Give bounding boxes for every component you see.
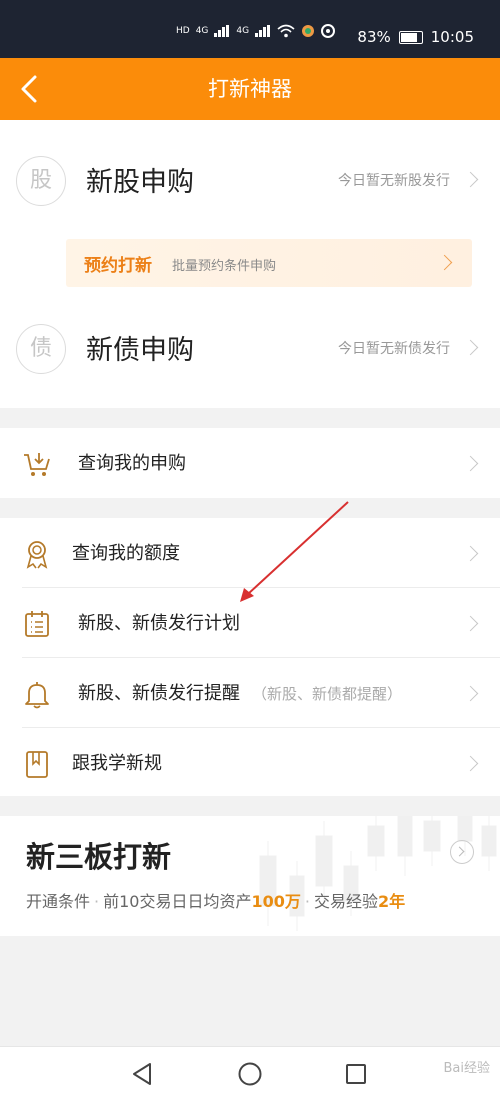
system-nav-bar: Bai经验: [0, 1046, 500, 1101]
chevron-right-icon: [462, 171, 479, 188]
issue-plan-row[interactable]: 新股、新债发行计划: [0, 588, 500, 658]
neeq-ipo-card[interactable]: 新三板打新 开通条件 · 前10交易日日均资产100万 · 交易经验2年: [0, 816, 500, 936]
stock-badge-icon: 股: [16, 156, 66, 206]
subscription-card: 查询我的申购: [0, 428, 500, 498]
status-right: 83% 10:05: [357, 28, 474, 46]
issue-reminder-extra: （新股、新债都提醒）: [252, 685, 403, 703]
issue-reminder-label: 新股、新债发行提醒 （新股、新债都提醒）: [78, 679, 402, 705]
reserve-label: 预约打新: [84, 256, 152, 276]
new-stock-subscribe-row[interactable]: 股 新股申购 今日暂无新股发行: [0, 130, 500, 230]
nav-home-icon[interactable]: [237, 1061, 263, 1087]
issue-reminder-text: 新股、新债发行提醒: [78, 683, 240, 704]
learn-rules-label: 跟我学新规: [72, 753, 162, 774]
conditions-label: 开通条件: [26, 892, 91, 911]
nav-back-icon[interactable]: [130, 1061, 154, 1087]
chevron-right-icon: [462, 455, 479, 472]
app-icon: [302, 25, 315, 37]
neeq-conditions: 开通条件 · 前10交易日日均资产100万 · 交易经验2年: [26, 888, 405, 912]
condition-experience-text: 交易经验: [313, 892, 378, 911]
signal-icon: [214, 25, 230, 37]
learn-rules-row[interactable]: 跟我学新规: [0, 728, 500, 798]
reserve-sub: 批量预约条件申购: [172, 259, 277, 274]
book-icon: [26, 751, 48, 778]
title-bar: 打新神器: [0, 58, 500, 120]
nav-recents-icon[interactable]: [344, 1061, 368, 1087]
neeq-title: 新三板打新: [26, 840, 172, 874]
status-icons: HD 4G 4G: [176, 24, 336, 38]
cart-icon: [24, 453, 50, 476]
query-my-quota-row[interactable]: 查询我的额度: [0, 518, 500, 588]
separator-dot: ·: [304, 892, 310, 911]
wifi-icon: [277, 24, 295, 38]
status-bar: HD 4G 4G 83% 10:05: [0, 0, 500, 58]
watermark-logo: Bai经验: [443, 1061, 491, 1076]
reserve-ipo-banner[interactable]: 预约打新 批量预约条件申购: [66, 239, 472, 287]
new-stock-hint: 今日暂无新股发行: [338, 173, 450, 189]
new-bond-hint: 今日暂无新债发行: [338, 341, 450, 357]
new-bond-title: 新债申购: [86, 335, 194, 366]
ipo-card: 股 新股申购 今日暂无新股发行 预约打新 批量预约条件申购 债 新债申购 今日暂…: [0, 120, 500, 408]
condition-assets-text: 前10交易日日均资产: [103, 892, 252, 911]
issue-reminder-row[interactable]: 新股、新债发行提醒 （新股、新债都提醒）: [0, 658, 500, 728]
clock: 10:05: [430, 28, 474, 46]
network-type-1: 4G: [195, 26, 209, 36]
chevron-right-icon: [462, 615, 479, 632]
signal-icon: [255, 25, 271, 37]
chevron-right-icon: [462, 755, 479, 772]
new-bond-subscribe-row[interactable]: 债 新债申购 今日暂无新债发行: [0, 298, 500, 398]
award-icon: [26, 541, 48, 569]
candlestick-background: [259, 816, 497, 931]
query-my-subscriptions-row[interactable]: 查询我的申购: [0, 428, 500, 498]
separator-dot: ·: [94, 892, 100, 911]
calendar-list-icon: [25, 611, 49, 637]
battery-percent: 83%: [357, 28, 391, 46]
chevron-right-icon: [462, 339, 479, 356]
chevron-right-icon: [462, 545, 479, 562]
app-icon: [321, 24, 336, 38]
hd-icon: HD: [176, 26, 190, 36]
network-type-2: 4G: [236, 26, 250, 36]
query-my-quota-label: 查询我的额度: [72, 543, 180, 564]
query-my-subscriptions-label: 查询我的申购: [78, 453, 186, 474]
bell-icon: [25, 682, 49, 709]
condition-assets-value: 100万: [251, 892, 301, 911]
issue-plan-label: 新股、新债发行计划: [78, 613, 240, 634]
bond-badge-icon: 债: [16, 324, 66, 374]
menu-list: 查询我的额度 新股、新债发行计划 新股、新债发行提醒 （新股、新债都提醒） 跟我学…: [0, 518, 500, 796]
chevron-right-circle-icon: [450, 840, 474, 864]
chevron-right-icon: [462, 685, 479, 702]
chevron-right-icon: [436, 254, 453, 271]
page-title: 打新神器: [208, 77, 292, 101]
battery-icon: [398, 30, 423, 44]
condition-experience-value: 2年: [378, 892, 406, 911]
new-stock-title: 新股申购: [86, 167, 194, 198]
